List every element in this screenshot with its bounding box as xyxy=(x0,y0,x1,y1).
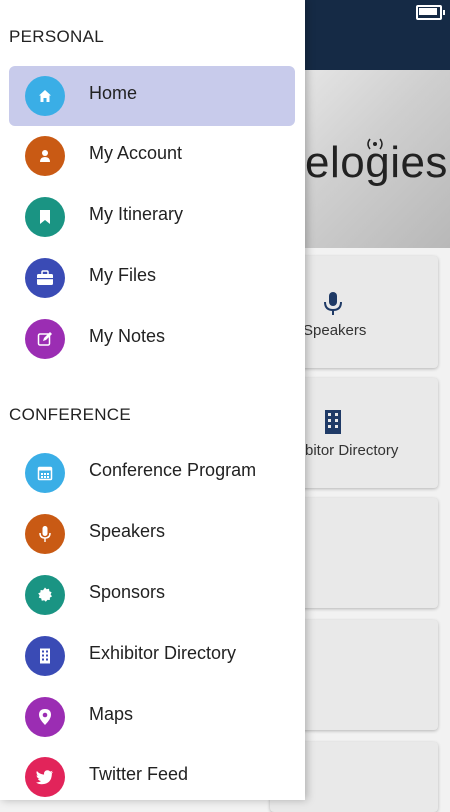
nav-item-label: Twitter Feed xyxy=(89,764,189,784)
user-icon xyxy=(25,136,65,176)
nav-item-label: Conference Program xyxy=(89,460,257,480)
nav-item-label: My Files xyxy=(89,265,156,285)
navigation-drawer: PERSONAL Home My Account My Itinerary My… xyxy=(0,0,305,800)
nav-item-my-notes[interactable]: My Notes xyxy=(9,309,295,369)
nav-item-label: My Account xyxy=(89,143,183,163)
bookmark-icon xyxy=(25,197,65,237)
nav-item-speakers[interactable]: Speakers xyxy=(9,504,295,564)
nav-item-label: Speakers xyxy=(89,521,166,541)
microphone-icon xyxy=(25,514,65,554)
twitter-icon xyxy=(25,757,65,797)
nav-item-sponsors[interactable]: Sponsors xyxy=(9,565,295,625)
nav-item-exhibitor-directory[interactable]: Exhibitor Directory xyxy=(9,626,295,686)
exhibitor-card-label: bitor Directory xyxy=(305,442,399,459)
briefcase-icon xyxy=(25,258,65,298)
calendar-icon xyxy=(25,453,65,493)
nav-item-my-itinerary[interactable]: My Itinerary xyxy=(9,187,295,247)
speakers-card-label: Speakers xyxy=(303,322,367,339)
map-pin-icon xyxy=(25,697,65,737)
nav-item-label: My Itinerary xyxy=(89,204,184,224)
home-icon xyxy=(25,76,65,116)
nav-item-my-files[interactable]: My Files xyxy=(9,248,295,308)
section-header-personal: PERSONAL xyxy=(9,27,104,46)
nav-item-conference-program[interactable]: Conference Program xyxy=(9,443,295,503)
nav-item-label: Exhibitor Directory xyxy=(89,643,237,663)
building-icon xyxy=(325,410,341,434)
nav-item-my-account[interactable]: My Account xyxy=(9,126,295,186)
nav-item-label: Sponsors xyxy=(89,582,166,602)
nav-item-home[interactable]: Home xyxy=(9,66,295,126)
building-icon xyxy=(25,636,65,676)
broadcast-icon xyxy=(367,138,383,150)
battery-icon xyxy=(416,5,445,20)
badge-icon xyxy=(25,575,65,615)
section-header-conference: CONFERENCE xyxy=(9,405,132,424)
nav-item-label: Maps xyxy=(89,704,134,724)
nav-item-label: Home xyxy=(89,83,138,103)
nav-item-maps[interactable]: Maps xyxy=(9,687,295,747)
nav-item-label: My Notes xyxy=(89,326,166,346)
edit-icon xyxy=(25,319,65,359)
microphone-icon xyxy=(324,292,342,315)
nav-item-twitter-feed[interactable]: Twitter Feed xyxy=(9,747,295,807)
